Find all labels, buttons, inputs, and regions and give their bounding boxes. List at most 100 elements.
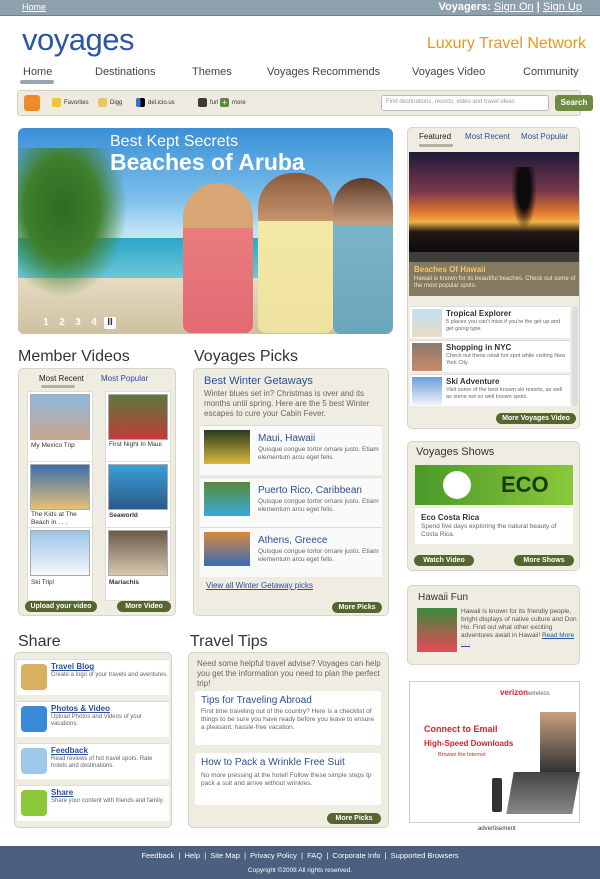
more-shows-button[interactable]: More Shows xyxy=(514,555,574,566)
plus-icon: + xyxy=(220,98,229,107)
search-button[interactable]: Search xyxy=(555,95,593,111)
video-card[interactable]: My Mexico Trip xyxy=(27,391,93,465)
tip-title: How to Pack a Wrinkle Free Suit xyxy=(201,757,345,768)
travel-tips-panel: Need some helpful travel advise? Voyages… xyxy=(188,652,389,828)
member-videos-heading: Member Videos xyxy=(18,348,130,365)
pick-title: Athens, Greece xyxy=(258,535,328,546)
share-item-title: Share xyxy=(51,788,74,797)
eco-banner[interactable]: ECO xyxy=(415,465,573,505)
view-all-picks-link[interactable]: View all Winter Getaway picks xyxy=(206,581,313,590)
video-card[interactable]: Mariachis xyxy=(105,527,171,601)
ad-line-1: Connect to Email xyxy=(424,724,498,734)
member-videos-panel: Most Recent Most Popular My Mexico Trip … xyxy=(18,368,176,616)
search-input[interactable]: Find destinations, resorts, video and tr… xyxy=(381,95,549,111)
list-item[interactable]: Shopping in NYC Check out these retail h… xyxy=(410,340,570,372)
tagline: Luxury Travel Network xyxy=(426,35,586,52)
share-item-feedback[interactable]: Feedback Read reviews of hot travel spot… xyxy=(17,743,169,779)
ad-brand-suffix: wireless xyxy=(528,691,550,697)
phone-image xyxy=(492,778,502,812)
home-link[interactable]: Home xyxy=(22,2,46,12)
watch-video-button[interactable]: Watch Video xyxy=(414,555,474,566)
video-title: The Kids at The Beach in . . . xyxy=(31,511,77,526)
list-item[interactable]: Tropical Explorer 5 places you can't mis… xyxy=(410,306,570,338)
furl-link[interactable]: furl xyxy=(198,98,218,107)
hero-page-3[interactable]: 3 xyxy=(72,317,84,329)
tree-icon xyxy=(443,471,471,499)
main-nav: Home Destinations Themes Voyages Recomme… xyxy=(0,66,600,84)
hawaii-fun-image[interactable] xyxy=(417,608,457,652)
upload-video-button[interactable]: Upload your video xyxy=(25,601,97,612)
more-picks-button[interactable]: More Picks xyxy=(332,602,382,613)
hero-pager: 1 2 3 4 II xyxy=(40,317,116,329)
video-controls[interactable] xyxy=(409,252,579,262)
ad-man-image xyxy=(540,712,576,772)
ad-brand: verizonwireless xyxy=(500,688,550,697)
featured-title[interactable]: Beaches Of Hawaii xyxy=(414,265,486,274)
hero-woman-3 xyxy=(333,178,393,334)
site-logo[interactable]: voyages xyxy=(22,22,134,58)
travel-tips-intro: Need some helpful travel advise? Voyages… xyxy=(197,659,381,688)
featured-desc: Hawaii is known for its beautiful beache… xyxy=(414,276,576,289)
favorites-link[interactable]: Favorites xyxy=(52,98,89,107)
tab-featured[interactable]: Featured xyxy=(419,132,451,141)
video-card[interactable]: The Kids at The Beach in . . . xyxy=(27,461,93,535)
video-card[interactable]: Ski Trip! xyxy=(27,527,93,601)
picks-title[interactable]: Best Winter Getaways xyxy=(204,375,313,387)
copyright: Copyright ©2008 All rights reserved. xyxy=(247,867,353,874)
share-item-desc: Share your content with friends and fami… xyxy=(51,798,164,804)
nav-community[interactable]: Community xyxy=(523,66,579,78)
item-title: Tropical Explorer xyxy=(446,309,512,318)
footer-links[interactable]: Feedback | Help | Site Map | Privacy Pol… xyxy=(0,851,600,860)
video-title: My Mexico Trip xyxy=(31,442,75,449)
nav-voyages-recommends[interactable]: Voyages Recommends xyxy=(267,66,380,78)
digg-link[interactable]: Digg xyxy=(98,98,122,107)
advertisement-banner[interactable]: verizonwireless Connect to Email High-Sp… xyxy=(409,681,580,823)
sign-on-link[interactable]: Sign On xyxy=(494,1,534,13)
tip-card[interactable]: How to Pack a Wrinkle Free Suit No more … xyxy=(195,753,381,805)
share-item-travel-blog[interactable]: Travel Blog Create a logo of your travel… xyxy=(17,659,169,695)
tab-most-popular[interactable]: Most Popular xyxy=(101,374,148,383)
hero-pause-button[interactable]: II xyxy=(104,317,116,329)
video-title: Mariachis xyxy=(109,579,139,586)
show-details: Eco Costa Rica Spend five days exploring… xyxy=(415,508,573,544)
hero-page-1[interactable]: 1 xyxy=(40,317,52,329)
tab-most-recent[interactable]: Most Recent xyxy=(39,374,84,383)
voyagers-account: Voyagers: Sign On | Sign Up xyxy=(438,1,582,13)
pick-item[interactable]: Athens, Greece Quisque congue tortor orn… xyxy=(200,527,382,577)
pick-desc: Quisque congue tortor ornare justo. Etia… xyxy=(258,498,379,513)
hero-page-4[interactable]: 4 xyxy=(88,317,100,329)
tab-most-popular[interactable]: Most Popular xyxy=(521,132,568,141)
tip-desc: No more pressing at the hotel! Follow th… xyxy=(201,772,372,787)
nav-voyages-video[interactable]: Voyages Video xyxy=(412,66,485,78)
sign-up-link[interactable]: Sign Up xyxy=(543,1,582,13)
more-tips-button[interactable]: More Picks xyxy=(327,813,381,824)
nav-destinations[interactable]: Destinations xyxy=(95,66,156,78)
laptop-image xyxy=(506,772,580,814)
tab-most-recent[interactable]: Most Recent xyxy=(465,132,510,141)
share-item-photos-video[interactable]: Photos & Video Upload Photos and Videos … xyxy=(17,701,169,737)
nav-themes[interactable]: Themes xyxy=(192,66,232,78)
delicious-link[interactable]: del.icio.us xyxy=(136,98,175,107)
more-link[interactable]: + more xyxy=(220,98,246,107)
pick-item[interactable]: Puerto Rico, Caribbean Quisque congue to… xyxy=(200,477,382,527)
list-item[interactable]: Ski Adventure Visit some of the best kno… xyxy=(410,374,570,406)
share-item-share[interactable]: Share Share your content with friends an… xyxy=(17,785,169,821)
nav-home[interactable]: Home xyxy=(23,66,52,78)
share-item-title: Travel Blog xyxy=(51,662,95,671)
travel-tips-heading: Travel Tips xyxy=(190,633,268,650)
more-video-button[interactable]: More Video xyxy=(117,601,171,612)
hero-banner[interactable]: Best Kept Secrets Beaches of Aruba 1 2 3… xyxy=(18,128,393,334)
hero-title: Beaches of Aruba xyxy=(110,149,305,175)
featured-video-player[interactable] xyxy=(409,152,579,252)
rss-icon[interactable] xyxy=(24,95,40,111)
ad-line-2: High-Speed Downloads xyxy=(424,739,514,748)
share-panel: Travel Blog Create a logo of your travel… xyxy=(14,652,172,828)
video-thumbnail xyxy=(30,464,90,510)
video-card[interactable]: First Night In Maui xyxy=(105,391,171,465)
featured-scrollbar[interactable] xyxy=(572,306,578,406)
video-card[interactable]: Seaworld xyxy=(105,461,171,535)
more-voyages-video-button[interactable]: More Voyages Video xyxy=(496,413,576,424)
hero-page-2[interactable]: 2 xyxy=(56,317,68,329)
tip-card[interactable]: Tips for Traveling Abroad First time tra… xyxy=(195,691,381,745)
pick-item[interactable]: Maui, Hawaii Quisque congue tortor ornar… xyxy=(200,425,382,475)
